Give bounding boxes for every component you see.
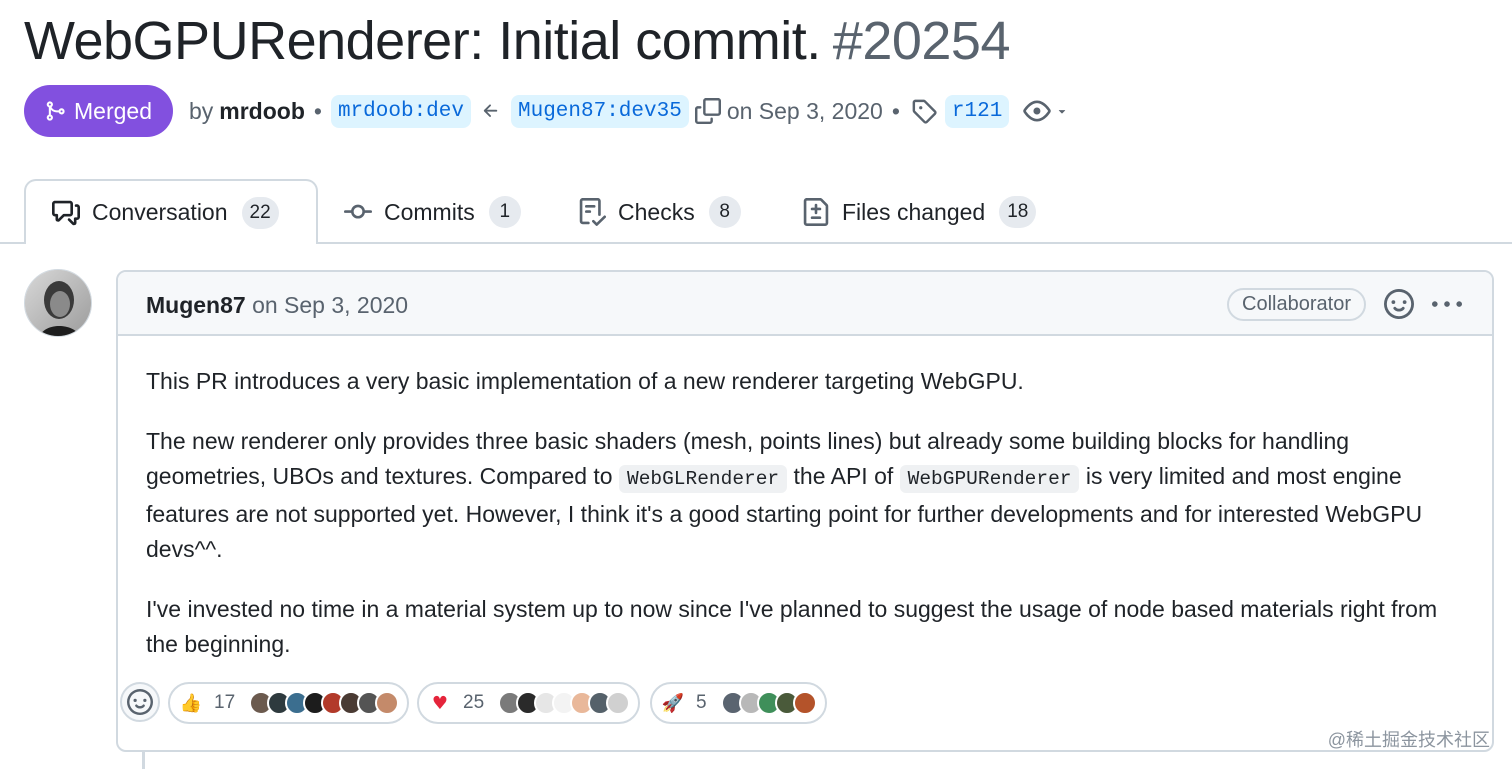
separator-dot: •	[891, 97, 900, 124]
inline-code-webglrenderer: WebGLRenderer	[619, 465, 788, 493]
comment-body: This PR introduces a very basic implemen…	[146, 364, 1456, 687]
comment-discussion-icon	[52, 200, 80, 225]
pr-meta-row: Merged by mrdoob • mrdoob:dev Mugen87:de…	[24, 85, 1069, 137]
comment-paragraph-2: The new renderer only provides three bas…	[146, 424, 1456, 567]
git-merge-icon	[46, 101, 65, 121]
avatar	[792, 691, 817, 715]
copy-icon[interactable]	[694, 98, 721, 124]
milestone-label[interactable]: r121	[944, 94, 1010, 128]
reaction-count: 17	[214, 692, 236, 713]
tab-checks-count: 8	[708, 196, 741, 228]
collaborator-badge: Collaborator	[1227, 288, 1366, 321]
comment-author[interactable]: Mugen87	[146, 292, 246, 318]
arrow-left-icon	[481, 101, 501, 121]
watermark: @稀土掘金技术社区	[1327, 730, 1490, 750]
reaction-heart[interactable]: ♥ 25	[417, 682, 641, 724]
tab-conversation[interactable]: Conversation 22	[24, 179, 318, 244]
add-reaction-button[interactable]	[120, 682, 160, 722]
eye-icon	[1023, 100, 1052, 122]
comment-card: Mugen87 on Sep 3, 2020 Collaborator This…	[116, 270, 1494, 752]
pr-title: WebGPURenderer: Initial commit.	[24, 11, 821, 71]
heart-icon: ♥	[431, 692, 449, 714]
tab-commits-label: Commits	[384, 198, 475, 225]
git-commit-icon	[344, 204, 372, 219]
reactor-avatars	[498, 691, 631, 715]
tab-files-changed[interactable]: Files changed 18	[802, 180, 1037, 244]
thumbs-up-icon: 👍	[179, 692, 203, 714]
pr-number: #20254	[832, 11, 1011, 71]
by-prefix: by	[188, 97, 214, 124]
comment-paragraph-1: This PR introduces a very basic implemen…	[146, 368, 1024, 394]
comment-date[interactable]: on Sep 3, 2020	[252, 292, 408, 318]
separator-dot: •	[313, 97, 322, 124]
head-branch[interactable]: Mugen87:dev35	[510, 94, 689, 128]
base-branch[interactable]: mrdoob:dev	[330, 94, 471, 128]
tab-files-changed-label: Files changed	[842, 198, 986, 225]
comment-text: the API of	[787, 463, 900, 489]
pr-date: on Sep 3, 2020	[726, 97, 883, 124]
tab-checks-label: Checks	[618, 198, 695, 225]
reactor-avatars	[249, 691, 400, 715]
comment-author-line: Mugen87 on Sep 3, 2020	[146, 292, 408, 319]
avatar[interactable]	[24, 269, 92, 337]
reaction-rocket[interactable]: 🚀 5	[650, 682, 827, 724]
reaction-count: 25	[463, 692, 485, 713]
merged-label: Merged	[74, 97, 152, 124]
merged-state-badge: Merged	[24, 85, 173, 137]
tab-conversation-label: Conversation	[92, 199, 228, 225]
reactor-avatars	[720, 691, 817, 715]
file-diff-icon	[803, 198, 829, 226]
checklist-icon	[579, 198, 606, 226]
smiley-icon	[127, 689, 153, 715]
avatar	[606, 691, 631, 715]
kebab-menu-icon[interactable]	[1432, 290, 1462, 320]
tab-conversation-count: 22	[241, 196, 279, 229]
reaction-count: 5	[696, 692, 707, 713]
comment-header: Mugen87 on Sep 3, 2020 Collaborator	[118, 272, 1492, 336]
timeline-line	[142, 752, 145, 769]
rocket-icon: 🚀	[661, 692, 685, 714]
tab-commits-count: 1	[488, 196, 521, 228]
reaction-thumbs-up[interactable]: 👍 17	[168, 682, 410, 724]
tab-files-changed-count: 18	[999, 196, 1037, 228]
merger-author-link[interactable]: mrdoob	[219, 98, 305, 125]
smiley-icon[interactable]	[1384, 289, 1414, 319]
pr-title-row: WebGPURenderer: Initial commit. #20254	[24, 10, 1010, 72]
tab-checks[interactable]: Checks 8	[578, 180, 741, 244]
inline-code-webgpurenderer: WebGPURenderer	[899, 465, 1080, 493]
caret-down-icon	[1059, 110, 1066, 114]
tag-icon	[911, 98, 937, 124]
tab-commits[interactable]: Commits 1	[344, 180, 521, 244]
avatar	[375, 691, 400, 715]
comment-paragraph-3: I've invested no time in a material syst…	[146, 596, 1438, 657]
watch-dropdown[interactable]	[1023, 97, 1069, 125]
